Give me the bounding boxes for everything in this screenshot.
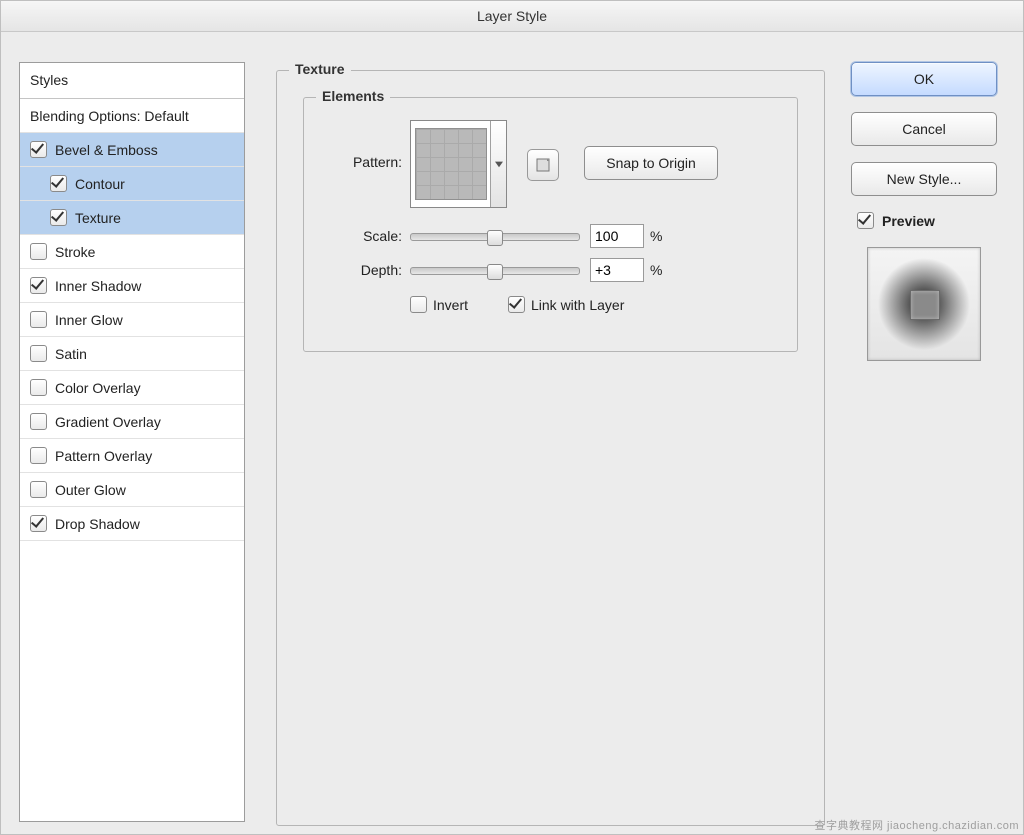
sidebar-item-label: Inner Glow [55,312,123,328]
sidebar-item-checkbox[interactable] [30,141,47,158]
sidebar-item-checkbox[interactable] [30,447,47,464]
cancel-button-label: Cancel [902,121,946,137]
new-pattern-preset-button[interactable] [527,149,559,181]
scale-label: Scale: [340,228,402,244]
pattern-dropdown-arrow[interactable] [490,121,506,207]
ok-button[interactable]: OK [851,62,997,96]
window-title: Layer Style [477,8,547,24]
elements-group: Elements Pattern: [303,97,798,352]
sidebar-item-label: Blending Options: Default [30,108,189,124]
sidebar-item-checkbox[interactable] [30,243,47,260]
sidebar-item-label: Bevel & Emboss [55,142,158,158]
elements-group-title: Elements [316,88,390,104]
dialog-content: Styles Blending Options: Default Bevel & … [1,32,1023,835]
pattern-preview-icon [415,128,487,200]
sidebar-item-texture[interactable]: Texture [20,201,244,235]
sidebar-item-label: Drop Shadow [55,516,140,532]
new-style-button[interactable]: New Style... [851,162,997,196]
sidebar-item-checkbox[interactable] [30,277,47,294]
sidebar-item-checkbox[interactable] [30,413,47,430]
invert-checkbox-row[interactable]: Invert [410,296,468,313]
sidebar-item-satin[interactable]: Satin [20,337,244,371]
styles-header-label: Styles [30,72,68,88]
sidebar-item-stroke[interactable]: Stroke [20,235,244,269]
styles-sidebar: Styles Blending Options: Default Bevel & … [19,62,245,822]
title-bar: Layer Style [1,1,1023,32]
sidebar-item-blending-options-default[interactable]: Blending Options: Default [20,99,244,133]
invert-checkbox[interactable] [410,296,427,313]
snap-to-origin-button[interactable]: Snap to Origin [584,146,718,180]
watermark-text: 查字典教程网 jiaocheng.chazidian.com [814,817,1019,833]
sidebar-item-label: Contour [75,176,125,192]
sidebar-item-drop-shadow[interactable]: Drop Shadow [20,507,244,541]
invert-label: Invert [433,297,468,313]
styles-header[interactable]: Styles [20,63,244,99]
sidebar-item-checkbox[interactable] [50,175,67,192]
depth-unit: % [650,262,662,278]
sidebar-item-color-overlay[interactable]: Color Overlay [20,371,244,405]
scale-unit: % [650,228,662,244]
pattern-label: Pattern: [340,154,402,170]
sidebar-item-checkbox[interactable] [30,311,47,328]
depth-slider-thumb[interactable] [487,264,503,280]
texture-group: Texture Elements Pattern: [276,70,825,826]
sidebar-item-pattern-overlay[interactable]: Pattern Overlay [20,439,244,473]
sidebar-item-checkbox[interactable] [30,481,47,498]
sidebar-item-label: Stroke [55,244,95,260]
preview-checkbox[interactable] [857,212,874,229]
cancel-button[interactable]: Cancel [851,112,997,146]
preview-thumbnail [867,247,981,361]
sidebar-item-inner-glow[interactable]: Inner Glow [20,303,244,337]
scale-slider-thumb[interactable] [487,230,503,246]
preview-label: Preview [882,213,935,229]
sidebar-item-label: Inner Shadow [55,278,141,294]
sidebar-item-checkbox[interactable] [30,345,47,362]
link-with-layer-label: Link with Layer [531,297,624,313]
scale-slider[interactable] [410,226,580,246]
pattern-swatch[interactable] [411,121,490,207]
sidebar-item-label: Gradient Overlay [55,414,161,430]
ok-button-label: OK [914,71,934,87]
sidebar-item-checkbox[interactable] [30,379,47,396]
dialog-buttons-column: OK Cancel New Style... Preview [851,62,1001,361]
sidebar-item-label: Satin [55,346,87,362]
depth-slider[interactable] [410,260,580,280]
sidebar-item-label: Pattern Overlay [55,448,152,464]
sidebar-item-label: Texture [75,210,121,226]
link-with-layer-checkbox-row[interactable]: Link with Layer [508,296,624,313]
pattern-picker[interactable] [410,120,507,208]
texture-group-title: Texture [289,61,351,77]
sidebar-item-label: Outer Glow [55,482,126,498]
sidebar-item-checkbox[interactable] [50,209,67,226]
layer-style-dialog: Layer Style Styles Blending Options: Def… [0,0,1024,835]
preview-checkbox-row[interactable]: Preview [857,212,1001,229]
snap-to-origin-label: Snap to Origin [606,155,696,171]
chevron-down-icon [495,160,503,168]
scale-input[interactable] [590,224,644,248]
sidebar-item-label: Color Overlay [55,380,141,396]
sidebar-item-checkbox[interactable] [30,515,47,532]
sidebar-item-bevel-emboss[interactable]: Bevel & Emboss [20,133,244,167]
new-style-button-label: New Style... [887,171,962,187]
page-fold-icon [535,157,551,173]
sidebar-item-contour[interactable]: Contour [20,167,244,201]
sidebar-item-inner-shadow[interactable]: Inner Shadow [20,269,244,303]
depth-label: Depth: [340,262,402,278]
sidebar-item-outer-glow[interactable]: Outer Glow [20,473,244,507]
sidebar-item-gradient-overlay[interactable]: Gradient Overlay [20,405,244,439]
depth-input[interactable] [590,258,644,282]
link-with-layer-checkbox[interactable] [508,296,525,313]
